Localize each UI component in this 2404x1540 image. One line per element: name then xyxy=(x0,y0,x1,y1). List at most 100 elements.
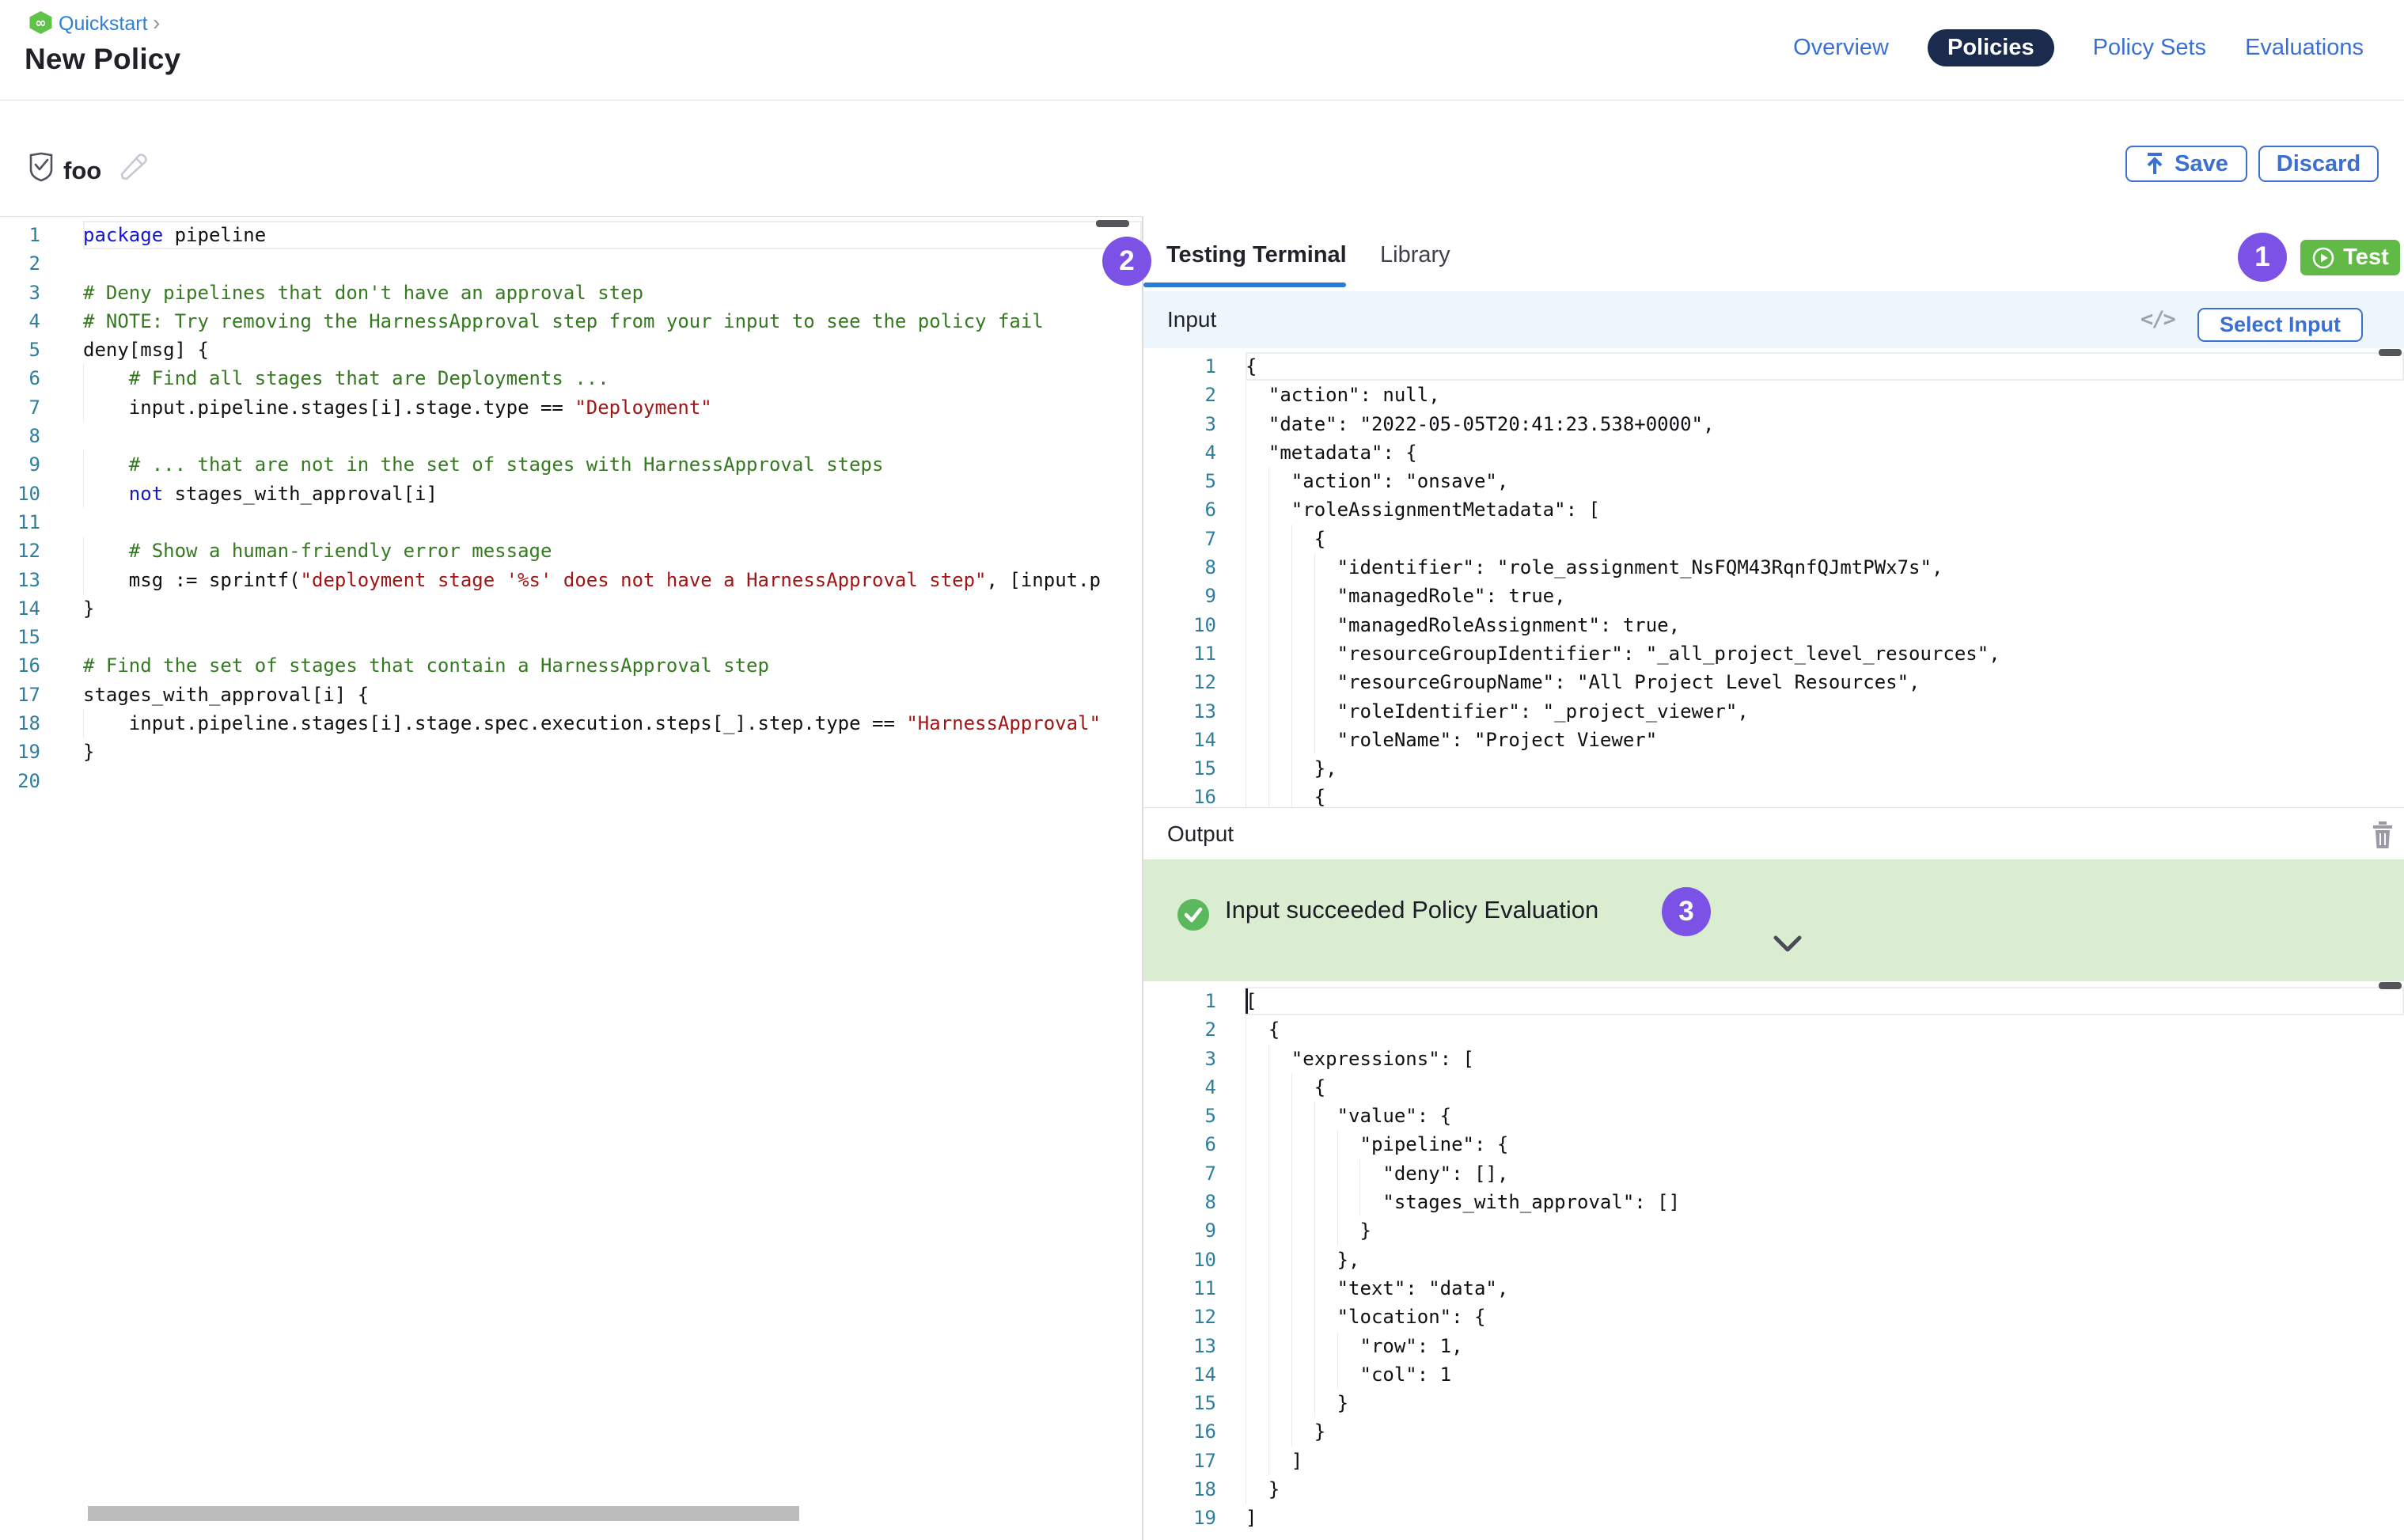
code-line: 12 "resourceGroupName": "All Project Lev… xyxy=(1143,668,2404,696)
code-line-content[interactable]: "text": "data", xyxy=(1246,1274,2404,1303)
code-line-content[interactable]: ] xyxy=(1246,1447,2404,1475)
discard-button[interactable]: Discard xyxy=(2258,146,2379,182)
code-line-content[interactable]: "identifier": "role_assignment_NsFQM43Rq… xyxy=(1246,553,2404,582)
code-line: 12 # Show a human-friendly error message xyxy=(0,537,1142,565)
code-line-content[interactable]: "managedRole": true, xyxy=(1246,582,2404,610)
indent-guide xyxy=(1291,1360,1292,1389)
code-line-content[interactable]: # Find the set of stages that contain a … xyxy=(83,651,1142,680)
indent-guide xyxy=(1268,697,1269,726)
code-view-icon[interactable]: </> xyxy=(2140,291,2175,348)
indent-guide xyxy=(1291,1188,1292,1216)
code-line-content[interactable]: "action": "onsave", xyxy=(1246,467,2404,495)
rego-policy-editor[interactable]: 1package pipeline23# Deny pipelines that… xyxy=(0,221,1142,795)
indent-guide xyxy=(1268,754,1269,783)
code-line-content[interactable]: { xyxy=(1246,352,2404,381)
code-line-content[interactable]: "pipeline": { xyxy=(1246,1130,2404,1159)
indent-guide xyxy=(1291,1417,1292,1446)
indent-guide xyxy=(1314,1216,1315,1245)
code-line: 16# Find the set of stages that contain … xyxy=(0,651,1142,680)
line-number: 11 xyxy=(0,508,40,537)
code-line-content[interactable]: "row": 1, xyxy=(1246,1332,2404,1360)
input-json-editor[interactable]: 1{2 "action": null,3 "date": "2022-05-05… xyxy=(1143,352,2404,812)
code-line-content[interactable]: } xyxy=(1246,1216,2404,1245)
indent-guide xyxy=(1314,1389,1315,1417)
code-line-content[interactable]: "action": null, xyxy=(1246,381,2404,409)
select-input-button[interactable]: Select Input xyxy=(2197,308,2363,342)
code-line-content[interactable]: "value": { xyxy=(1246,1102,2404,1130)
nav-item-evaluations[interactable]: Evaluations xyxy=(2245,35,2364,61)
breadcrumb-project-link[interactable]: Quickstart xyxy=(59,13,148,35)
code-line-content[interactable]: "managedRoleAssignment": true, xyxy=(1246,611,2404,639)
save-button[interactable]: Save xyxy=(2125,146,2247,182)
nav-item-policies[interactable]: Policies xyxy=(1928,29,2054,66)
code-line-content[interactable]: "col": 1 xyxy=(1246,1360,2404,1389)
code-line: 5 "value": { xyxy=(1143,1102,2404,1130)
code-line-content[interactable]: "stages_with_approval": [] xyxy=(1246,1188,2404,1216)
code-line-content[interactable]: input.pipeline.stages[i].stage.type == "… xyxy=(83,393,1142,422)
code-line-content[interactable]: "roleName": "Project Viewer" xyxy=(1246,726,2404,754)
tab-testing-terminal[interactable]: Testing Terminal xyxy=(1166,242,1347,268)
chevron-down-icon[interactable] xyxy=(1773,935,1803,954)
code-line-content[interactable]: package pipeline xyxy=(83,221,1142,249)
edit-pencil-icon[interactable] xyxy=(119,152,149,182)
code-line-content[interactable]: "resourceGroupIdentifier": "_all_project… xyxy=(1246,639,2404,668)
code-line-content[interactable]: "date": "2022-05-05T20:41:23.538+0000", xyxy=(1246,410,2404,438)
code-line-content[interactable]: "expressions": [ xyxy=(1246,1045,2404,1073)
code-line-content[interactable]: "location": { xyxy=(1246,1303,2404,1331)
code-line-content[interactable]: # NOTE: Try removing the HarnessApproval… xyxy=(83,307,1142,336)
code-line: 7 "deny": [], xyxy=(1143,1159,2404,1188)
code-line-content[interactable]: stages_with_approval[i] { xyxy=(83,681,1142,709)
code-line-content[interactable] xyxy=(83,767,1142,795)
code-line-content[interactable]: { xyxy=(1246,525,2404,553)
code-line-content[interactable]: { xyxy=(1246,1015,2404,1044)
code-line-content[interactable]: "deny": [], xyxy=(1246,1159,2404,1188)
code-line-content[interactable]: # Show a human-friendly error message xyxy=(83,537,1142,565)
line-number: 14 xyxy=(1143,726,1216,754)
code-line-content[interactable]: # ... that are not in the set of stages … xyxy=(83,450,1142,479)
save-label: Save xyxy=(2175,151,2228,177)
test-button[interactable]: Test xyxy=(2300,240,2400,275)
editor-horizontal-scrollbar[interactable] xyxy=(88,1506,799,1521)
code-line-content[interactable] xyxy=(83,623,1142,651)
indent-guide xyxy=(1291,611,1292,639)
nav-item-overview[interactable]: Overview xyxy=(1793,35,1889,61)
code-line-content[interactable]: } xyxy=(1246,1475,2404,1504)
indent-guide xyxy=(83,566,84,594)
code-line-content[interactable]: ] xyxy=(1246,1504,2404,1532)
line-number: 5 xyxy=(1143,1102,1216,1130)
code-line: 5deny[msg] { xyxy=(0,336,1142,364)
code-line-content[interactable]: }, xyxy=(1246,1246,2404,1274)
line-number: 19 xyxy=(0,738,40,766)
code-line-content[interactable]: "resourceGroupName": "All Project Level … xyxy=(1246,668,2404,696)
code-line: 11 "resourceGroupIdentifier": "_all_proj… xyxy=(1143,639,2404,668)
code-line: 20 xyxy=(0,767,1142,795)
code-line-content[interactable]: # Find all stages that are Deployments .… xyxy=(83,364,1142,393)
code-line-content[interactable]: } xyxy=(83,738,1142,766)
code-line-content[interactable]: [ xyxy=(1246,987,2404,1015)
code-line-content[interactable]: deny[msg] { xyxy=(83,336,1142,364)
editor-scrollbar-thumb[interactable] xyxy=(1096,220,1129,227)
code-line-content[interactable]: "metadata": { xyxy=(1246,438,2404,467)
line-number: 8 xyxy=(1143,553,1216,582)
code-line-content[interactable]: }, xyxy=(1246,754,2404,783)
code-line-content[interactable]: } xyxy=(83,594,1142,623)
nav-item-policy-sets[interactable]: Policy Sets xyxy=(2093,35,2206,61)
code-line-content[interactable] xyxy=(83,422,1142,450)
code-line-content[interactable]: { xyxy=(1246,1073,2404,1102)
code-line-content[interactable]: msg := sprintf("deployment stage '%s' do… xyxy=(83,566,1142,594)
code-line-content[interactable] xyxy=(83,249,1142,278)
output-scrollbar-thumb[interactable] xyxy=(2379,982,2402,989)
code-line-content[interactable]: } xyxy=(1246,1417,2404,1446)
code-line-content[interactable] xyxy=(83,508,1142,537)
code-line-content[interactable]: "roleAssignmentMetadata": [ xyxy=(1246,495,2404,524)
code-line-content[interactable]: not stages_with_approval[i] xyxy=(83,480,1142,508)
code-line-content[interactable]: input.pipeline.stages[i].stage.spec.exec… xyxy=(83,709,1142,738)
trash-icon[interactable] xyxy=(2370,820,2395,850)
output-json-editor[interactable]: 1[2 {3 "expressions": [4 {5 "value": {6 … xyxy=(1143,987,2404,1533)
code-line-content[interactable]: } xyxy=(1246,1389,2404,1417)
input-scrollbar-thumb[interactable] xyxy=(2379,349,2402,356)
code-line-content[interactable]: # Deny pipelines that don't have an appr… xyxy=(83,279,1142,307)
tab-library[interactable]: Library xyxy=(1380,242,1450,268)
code-line: 10 not stages_with_approval[i] xyxy=(0,480,1142,508)
code-line-content[interactable]: "roleIdentifier": "_project_viewer", xyxy=(1246,697,2404,726)
